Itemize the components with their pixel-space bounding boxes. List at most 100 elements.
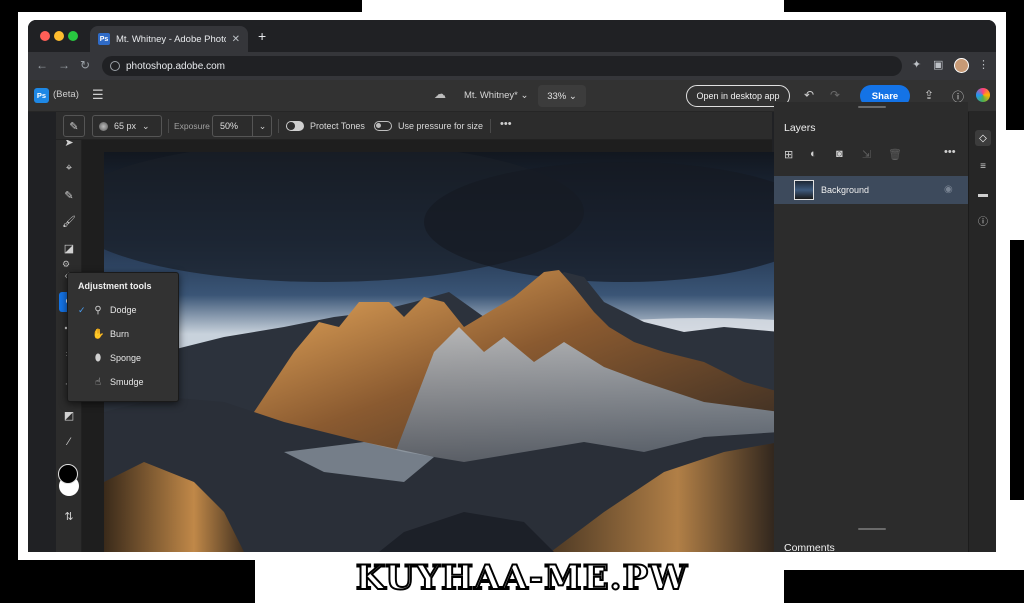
adjustments-panel-icon[interactable]: ≡ bbox=[975, 158, 991, 174]
layers-panel-title: Layers bbox=[784, 122, 816, 134]
chevron-down-icon: ⌄ bbox=[142, 120, 150, 131]
more-options-icon[interactable]: ••• bbox=[500, 118, 512, 130]
browser-tab-bar: Ps Mt. Whitney - Adobe Photoshop ✕ + bbox=[28, 20, 996, 52]
url-bar[interactable]: photoshop.adobe.com bbox=[102, 56, 902, 76]
tab-title: Mt. Whitney - Adobe Photoshop bbox=[116, 33, 226, 45]
back-arrow-icon[interactable]: ← bbox=[36, 58, 48, 72]
brush-tool-icon[interactable]: 🖌 bbox=[59, 211, 79, 231]
window-minimize-button[interactable] bbox=[54, 31, 64, 41]
comments-panel-icon[interactable]: ▬ bbox=[975, 186, 991, 202]
frame-edge bbox=[1006, 0, 1024, 130]
popover-item-dodge[interactable]: ✓ ⚲ Dodge bbox=[78, 301, 174, 319]
watermark: KUYHAA-ME.PW bbox=[262, 552, 782, 603]
checkmark-icon: ✓ bbox=[78, 304, 86, 315]
panel-icon-strip: ◇ ≡ ▬ ⓘ bbox=[968, 112, 996, 552]
chevron-down-icon: ⌄ bbox=[520, 90, 529, 101]
browser-menu-icon[interactable]: ⋮ bbox=[978, 58, 989, 71]
adjustment-tools-popover: Adjustment tools ✓ ⚲ Dodge ✋ Burn ⬮ Spon… bbox=[67, 272, 179, 402]
extensions-icon[interactable]: ✦ bbox=[912, 58, 921, 71]
redo-icon[interactable]: ↷ bbox=[830, 88, 840, 102]
sidebar-icon[interactable]: ▣ bbox=[933, 58, 943, 71]
browser-tab[interactable]: Ps Mt. Whitney - Adobe Photoshop ✕ bbox=[90, 26, 248, 52]
comments-panel-title: Comments bbox=[784, 542, 835, 554]
document-name-dropdown[interactable]: Mt. Whitney* ⌄ bbox=[464, 90, 528, 101]
popover-title: Adjustment tools bbox=[78, 281, 152, 291]
popover-item-label: Sponge bbox=[110, 353, 142, 363]
forward-arrow-icon[interactable]: → bbox=[58, 58, 70, 72]
export-icon[interactable]: ⇪ bbox=[924, 88, 934, 102]
tab-close-icon[interactable]: ✕ bbox=[232, 34, 240, 45]
protect-tones-toggle[interactable] bbox=[286, 121, 304, 131]
foreground-color-swatch[interactable] bbox=[58, 464, 78, 484]
layer-thumbnail bbox=[794, 180, 814, 200]
swap-colors-icon[interactable]: ⇅ bbox=[59, 506, 79, 526]
address-bar-row: ← → ↻ photoshop.adobe.com ✦ ▣ ⋮ bbox=[28, 52, 996, 80]
tool-group-settings-icon[interactable]: ⚙ bbox=[62, 259, 70, 270]
beta-label: (Beta) bbox=[53, 89, 79, 100]
frame-edge bbox=[0, 560, 255, 603]
watermark-text: KUYHAA-ME.PW bbox=[355, 557, 689, 599]
layer-mask-icon[interactable]: ◙ bbox=[836, 148, 843, 160]
brush-size-dropdown[interactable]: 65 px ⌄ bbox=[92, 115, 162, 137]
burn-icon: ✋ bbox=[92, 328, 105, 340]
exposure-label: Exposure bbox=[174, 121, 210, 131]
layers-panel-icon[interactable]: ◇ bbox=[975, 130, 991, 146]
popover-item-burn[interactable]: ✋ Burn bbox=[78, 325, 174, 343]
tool-options-bar: ✎ 65 px ⌄ Exposure 50% ⌄ Protect Tones U… bbox=[56, 112, 772, 140]
exposure-chevron-icon[interactable]: ⌄ bbox=[252, 115, 272, 137]
zoom-value: 33% bbox=[547, 90, 567, 102]
shape-tool-icon[interactable]: ◩ bbox=[59, 405, 79, 425]
divider bbox=[168, 119, 169, 133]
pressure-size-toggle[interactable] bbox=[374, 121, 392, 131]
sponge-icon: ⬮ bbox=[94, 352, 102, 364]
adjustment-layer-icon[interactable]: ◐ bbox=[810, 148, 817, 160]
delete-layer-icon[interactable]: 🗑 bbox=[888, 148, 902, 161]
window-zoom-button[interactable] bbox=[68, 31, 78, 41]
frame-edge bbox=[0, 0, 362, 12]
layer-name: Background bbox=[821, 185, 870, 195]
profile-avatar[interactable] bbox=[954, 58, 969, 73]
reload-icon[interactable]: ↻ bbox=[80, 58, 90, 72]
layers-panel: Layers ⊞ ◐ ◙ ⇲ 🗑 ••• Background ◉ Commen… bbox=[774, 102, 968, 554]
smudge-icon: ☝ bbox=[94, 376, 102, 388]
clipping-mask-icon[interactable]: ⇲ bbox=[862, 148, 871, 161]
mountain-photo bbox=[104, 152, 780, 552]
site-info-icon[interactable] bbox=[110, 61, 120, 71]
hamburger-menu-icon[interactable]: ☰ bbox=[92, 87, 104, 103]
divider bbox=[278, 119, 279, 133]
zoom-dropdown[interactable]: 33% ⌄ bbox=[538, 85, 586, 107]
popover-item-smudge[interactable]: ☝ Smudge bbox=[78, 373, 174, 391]
undo-icon[interactable]: ↶ bbox=[804, 88, 814, 102]
visibility-eye-icon[interactable]: ◉ bbox=[944, 184, 953, 195]
brush-tip-icon bbox=[99, 121, 108, 131]
frame-edge bbox=[1010, 240, 1024, 500]
creative-cloud-icon[interactable] bbox=[976, 88, 990, 102]
eraser-tool-icon[interactable]: ◪ bbox=[59, 238, 79, 258]
lasso-tool-icon[interactable]: ⌖ bbox=[59, 158, 79, 178]
popover-item-label: Smudge bbox=[110, 377, 144, 387]
brush-preset-icon[interactable]: ✎ bbox=[63, 115, 85, 137]
popover-item-sponge[interactable]: ⬮ Sponge bbox=[78, 349, 174, 367]
popover-item-label: Dodge bbox=[110, 305, 137, 315]
photoshop-favicon-icon: Ps bbox=[98, 33, 110, 45]
chevron-down-icon: ⌄ bbox=[568, 90, 577, 102]
layers-more-icon[interactable]: ••• bbox=[944, 146, 956, 158]
cloud-icon: ☁ bbox=[434, 87, 446, 101]
url-text: photoshop.adobe.com bbox=[126, 60, 225, 72]
layer-row-background[interactable]: Background ◉ bbox=[774, 176, 968, 204]
eyedropper-tool-icon[interactable]: ⁄ bbox=[59, 432, 79, 452]
canvas-area[interactable] bbox=[82, 140, 780, 552]
protect-tones-label: Protect Tones bbox=[310, 121, 365, 131]
divider bbox=[490, 119, 491, 133]
panel-resize-handle[interactable] bbox=[858, 528, 886, 530]
info-panel-icon[interactable]: ⓘ bbox=[975, 212, 991, 228]
quick-select-tool-icon[interactable]: ✎ bbox=[59, 185, 79, 205]
document-canvas-image[interactable] bbox=[104, 152, 780, 552]
window-close-button[interactable] bbox=[40, 31, 50, 41]
frame-edge bbox=[784, 570, 1024, 603]
panel-resize-handle[interactable] bbox=[858, 106, 886, 108]
brush-size-value: 65 px bbox=[114, 121, 137, 131]
new-tab-icon[interactable]: + bbox=[258, 28, 266, 44]
add-layer-icon[interactable]: ⊞ bbox=[784, 148, 793, 161]
photoshop-logo[interactable]: Ps bbox=[34, 88, 49, 103]
